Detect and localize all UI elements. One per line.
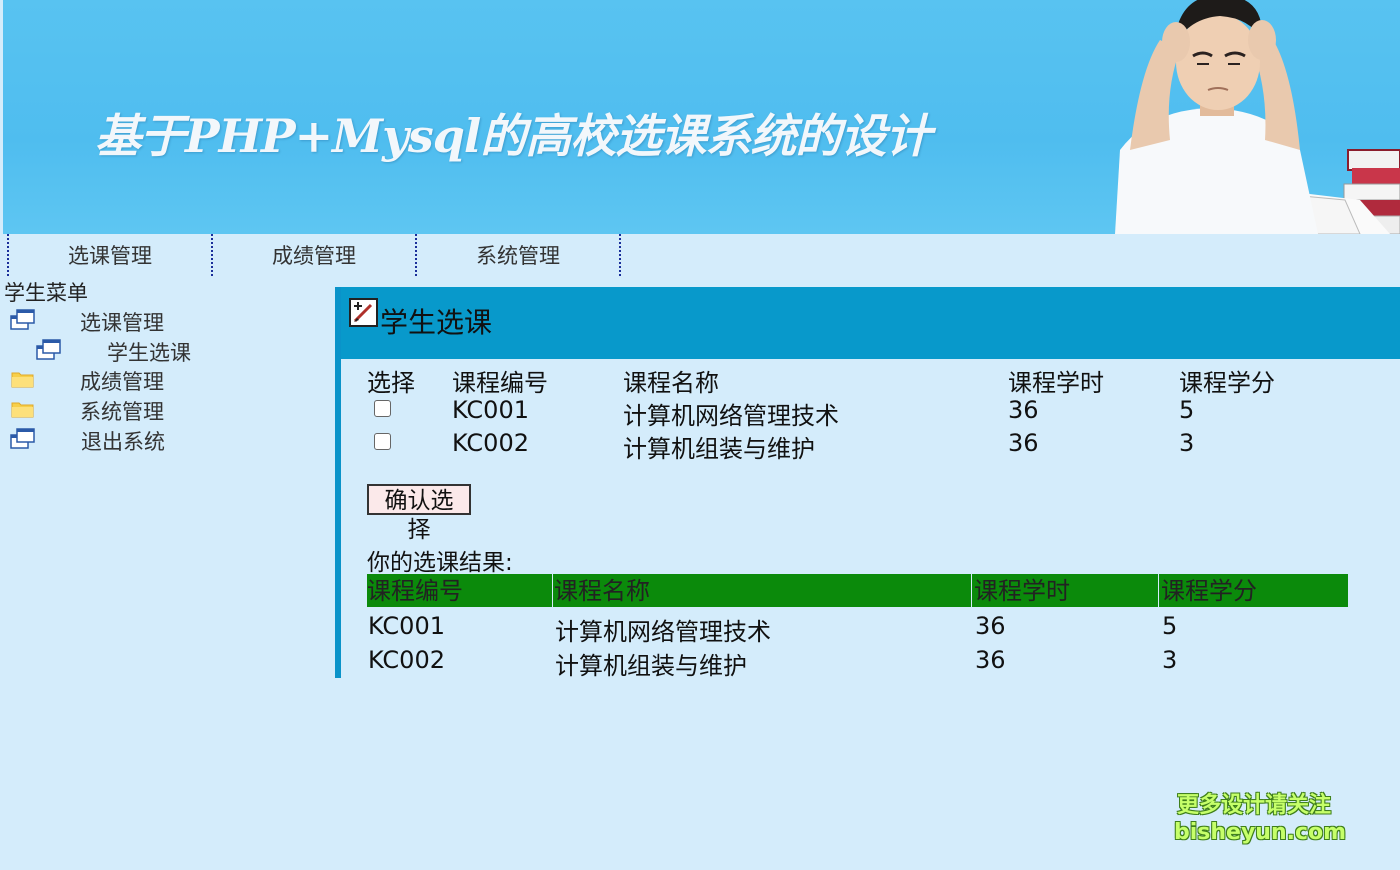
column-header: 课程学分 — [1161, 577, 1257, 605]
nav-grade-management[interactable]: 成绩管理 — [212, 234, 416, 276]
student-illustration — [1115, 0, 1400, 234]
top-nav: 选课管理 成绩管理 系统管理 — [0, 234, 640, 276]
sidebar-item-course-management[interactable]: 选课管理 — [10, 307, 210, 335]
table-cell: 36 — [1008, 429, 1039, 457]
edit-icon — [349, 298, 378, 327]
sidebar-item-student-selection[interactable]: 学生选课 — [36, 337, 236, 365]
window-icon — [36, 339, 61, 360]
sidebar-item-grade-management[interactable]: 成绩管理 — [10, 366, 210, 394]
sidebar-item-label: 学生选课 — [107, 341, 191, 365]
table-cell: 计算机网络管理技术 — [555, 618, 771, 646]
header-banner: 基于PHP+Mysql的高校选课系统的设计 — [3, 0, 1400, 234]
table-cell: 5 — [1179, 396, 1195, 424]
column-header: 课程名称 — [554, 574, 972, 607]
sidebar-item-label: 选课管理 — [80, 311, 164, 335]
column-header: 课程学时 — [974, 574, 1159, 607]
table-cell: 计算机组装与维护 — [623, 435, 815, 463]
table-cell: KC001 — [452, 396, 529, 424]
table-cell: 计算机组装与维护 — [555, 652, 747, 680]
table-cell: 计算机网络管理技术 — [623, 402, 839, 430]
nav-separator — [619, 234, 621, 276]
table-cell: 36 — [975, 646, 1006, 674]
course-checkbox[interactable] — [374, 433, 391, 450]
nav-course-management[interactable]: 选课管理 — [8, 234, 212, 276]
main-panel: 学生选课 选择 课程编号 课程名称 课程学时 课程学分 KC001 计算机网络管… — [335, 287, 1400, 680]
panel-title: 学生选课 — [380, 306, 493, 339]
confirm-selection-button[interactable]: 确认选择 — [367, 484, 471, 543]
folder-icon — [11, 402, 34, 418]
column-header: 课程学时 — [1008, 369, 1104, 397]
sidebar-item-label: 成绩管理 — [80, 370, 164, 394]
watermark-line: bisheyun.com — [1174, 820, 1347, 845]
result-label: 你的选课结果: — [367, 550, 513, 576]
window-icon — [10, 428, 35, 449]
table-cell: 5 — [1162, 612, 1178, 640]
table-cell: 36 — [975, 612, 1006, 640]
result-table-header: 课程编号 课程名称 课程学时 课程学分 — [367, 574, 1348, 607]
table-cell: 3 — [1162, 646, 1178, 674]
column-header: 选择 — [367, 369, 415, 397]
table-cell: KC002 — [452, 429, 529, 457]
column-header: 课程名称 — [623, 369, 719, 397]
table-cell: 3 — [1179, 429, 1195, 457]
nav-system-management[interactable]: 系统管理 — [416, 234, 620, 276]
column-header: 课程学分 — [1179, 369, 1275, 397]
window-icon — [10, 309, 35, 330]
column-header: 课程编号 — [452, 369, 548, 397]
column-header: 课程编号 — [367, 574, 553, 607]
table-cell: KC002 — [368, 646, 445, 674]
folder-icon — [11, 372, 34, 388]
table-cell: 36 — [1008, 396, 1039, 424]
sidebar-item-system-management[interactable]: 系统管理 — [10, 396, 210, 424]
watermark-line: 更多设计请关注 — [1176, 793, 1331, 818]
course-checkbox[interactable] — [374, 400, 391, 417]
panel-header: 学生选课 — [341, 287, 1400, 359]
watermark: 更多设计请关注 bisheyun.com — [1174, 792, 1347, 846]
sidebar-item-label: 系统管理 — [80, 400, 164, 424]
side-menu-title: 学生菜单 — [4, 281, 88, 305]
site-title: 基于PHP+Mysql的高校选课系统的设计 — [95, 109, 931, 163]
table-cell: KC001 — [368, 612, 445, 640]
sidebar-item-logout[interactable]: 退出系统 — [10, 426, 210, 454]
sidebar-item-label: 退出系统 — [81, 430, 165, 454]
